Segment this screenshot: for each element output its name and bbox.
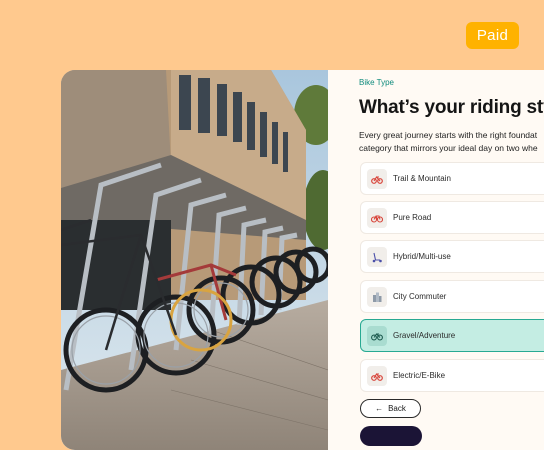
next-button[interactable]	[360, 426, 422, 446]
bike-type-panel: Bike Type What’s your riding styl Every …	[328, 70, 544, 450]
option-label: Hybrid/Multi-use	[393, 252, 451, 261]
road-bike-icon	[367, 208, 387, 228]
city-building-icon	[367, 287, 387, 307]
option-label: Trail & Mountain	[393, 174, 451, 183]
paid-badge: Paid	[466, 22, 519, 49]
option-city-commuter[interactable]: City Commuter	[360, 280, 544, 313]
option-label: City Commuter	[393, 292, 447, 301]
arrow-left-icon: ←	[375, 404, 384, 413]
onboarding-card: Bike Type What’s your riding styl Every …	[61, 70, 544, 450]
back-button[interactable]: ← Back	[360, 399, 421, 418]
option-label: Gravel/Adventure	[393, 331, 456, 340]
option-hybrid-multi-use[interactable]: Hybrid/Multi-use	[360, 240, 544, 273]
step-label: Bike Type	[359, 78, 394, 87]
e-bike-icon	[367, 366, 387, 386]
bike-rack-photo	[61, 70, 328, 450]
option-label: Electric/E-Bike	[393, 371, 446, 380]
subtitle-line-1: Every great journey starts with the righ…	[359, 130, 538, 140]
page-subtitle: Every great journey starts with the righ…	[359, 129, 544, 154]
option-trail-mountain[interactable]: Trail & Mountain	[360, 162, 544, 195]
subtitle-line-2: category that mirrors your ideal day on …	[359, 142, 538, 153]
back-button-label: Back	[388, 404, 406, 413]
option-pure-road[interactable]: Pure Road	[360, 201, 544, 234]
option-gravel-adventure[interactable]: Gravel/Adventure	[360, 319, 544, 352]
option-electric-e-bike[interactable]: Electric/E-Bike	[360, 359, 544, 392]
mountain-bike-icon	[367, 169, 387, 189]
option-label: Pure Road	[393, 213, 432, 222]
gravel-bike-icon	[367, 326, 387, 346]
scooter-icon	[367, 247, 387, 267]
page-title: What’s your riding styl	[359, 97, 544, 118]
